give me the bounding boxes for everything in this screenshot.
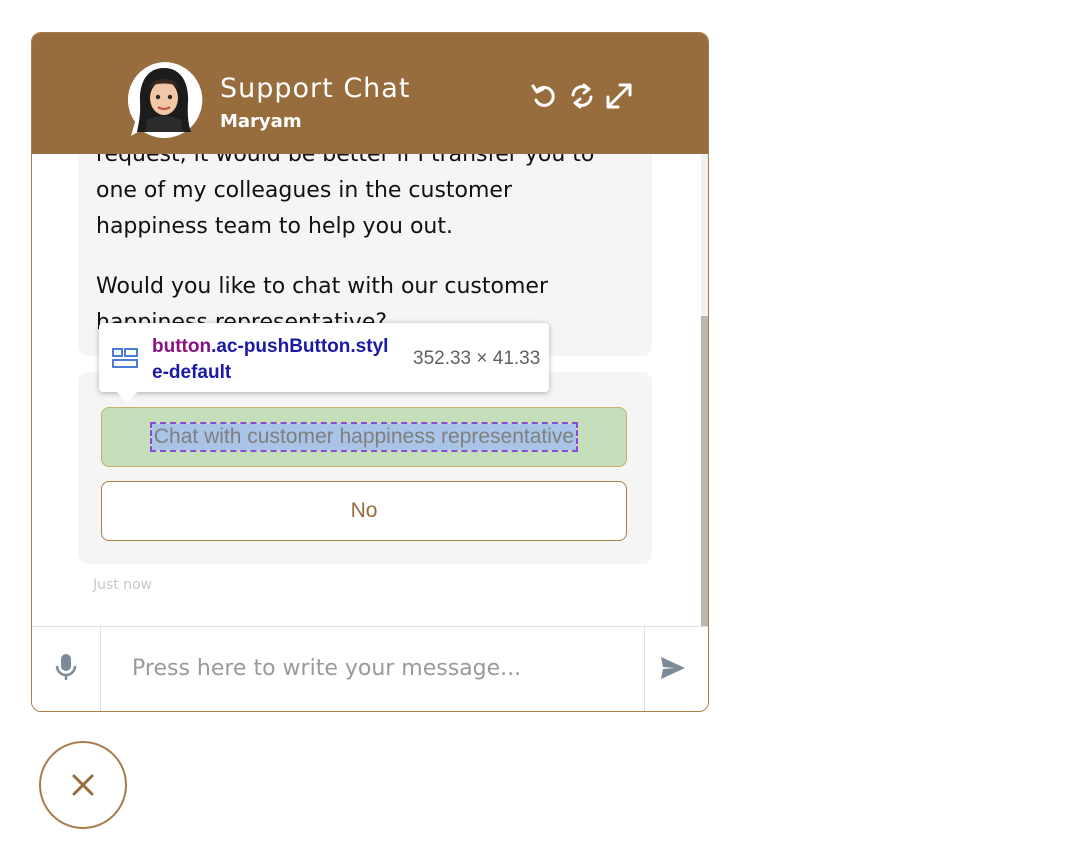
agent-avatar — [127, 61, 203, 138]
message-input-bar: Press here to write your message... — [32, 626, 708, 711]
selector-classes-cont: e-default — [152, 362, 232, 383]
message-line: one of my colleagues in the customer — [96, 178, 513, 203]
send-icon — [661, 657, 685, 679]
close-chat-button[interactable] — [39, 741, 127, 829]
flex-layout-icon — [112, 348, 138, 368]
selector-tag: button — [152, 336, 212, 357]
devtools-inspect-tooltip: button.ac-pushButton.styl e-default 352.… — [99, 323, 549, 392]
button-label: Chat with customer happiness representat… — [149, 422, 579, 452]
microphone-icon — [55, 654, 77, 680]
send-button[interactable] — [644, 627, 708, 711]
message-line: Would you like to chat with our customer — [96, 274, 548, 299]
microphone-button[interactable] — [32, 627, 101, 711]
refresh-icon[interactable] — [567, 81, 597, 111]
undo-icon[interactable] — [529, 81, 559, 111]
selector-classes: .ac-pushButton.styl — [211, 336, 389, 357]
scrollbar-thumb[interactable] — [701, 316, 708, 626]
element-size: 352.33 × 41.33 — [413, 348, 541, 369]
chat-title: Support Chat — [220, 73, 411, 104]
chat-header: Support Chat Maryam — [32, 33, 708, 154]
agent-name: Maryam — [220, 111, 302, 132]
element-selector: button.ac-pushButton.styl e-default — [152, 334, 402, 386]
chat-with-representative-button[interactable]: Chat with customer happiness representat… — [101, 407, 627, 467]
tooltip-arrow — [116, 391, 138, 403]
message-input[interactable]: Press here to write your message... — [132, 656, 521, 681]
message-timestamp: Just now — [93, 577, 153, 593]
expand-icon[interactable] — [604, 81, 634, 111]
message-line: happiness team to help you out. — [96, 214, 453, 239]
close-icon — [72, 774, 94, 796]
no-button[interactable]: No — [101, 481, 627, 541]
